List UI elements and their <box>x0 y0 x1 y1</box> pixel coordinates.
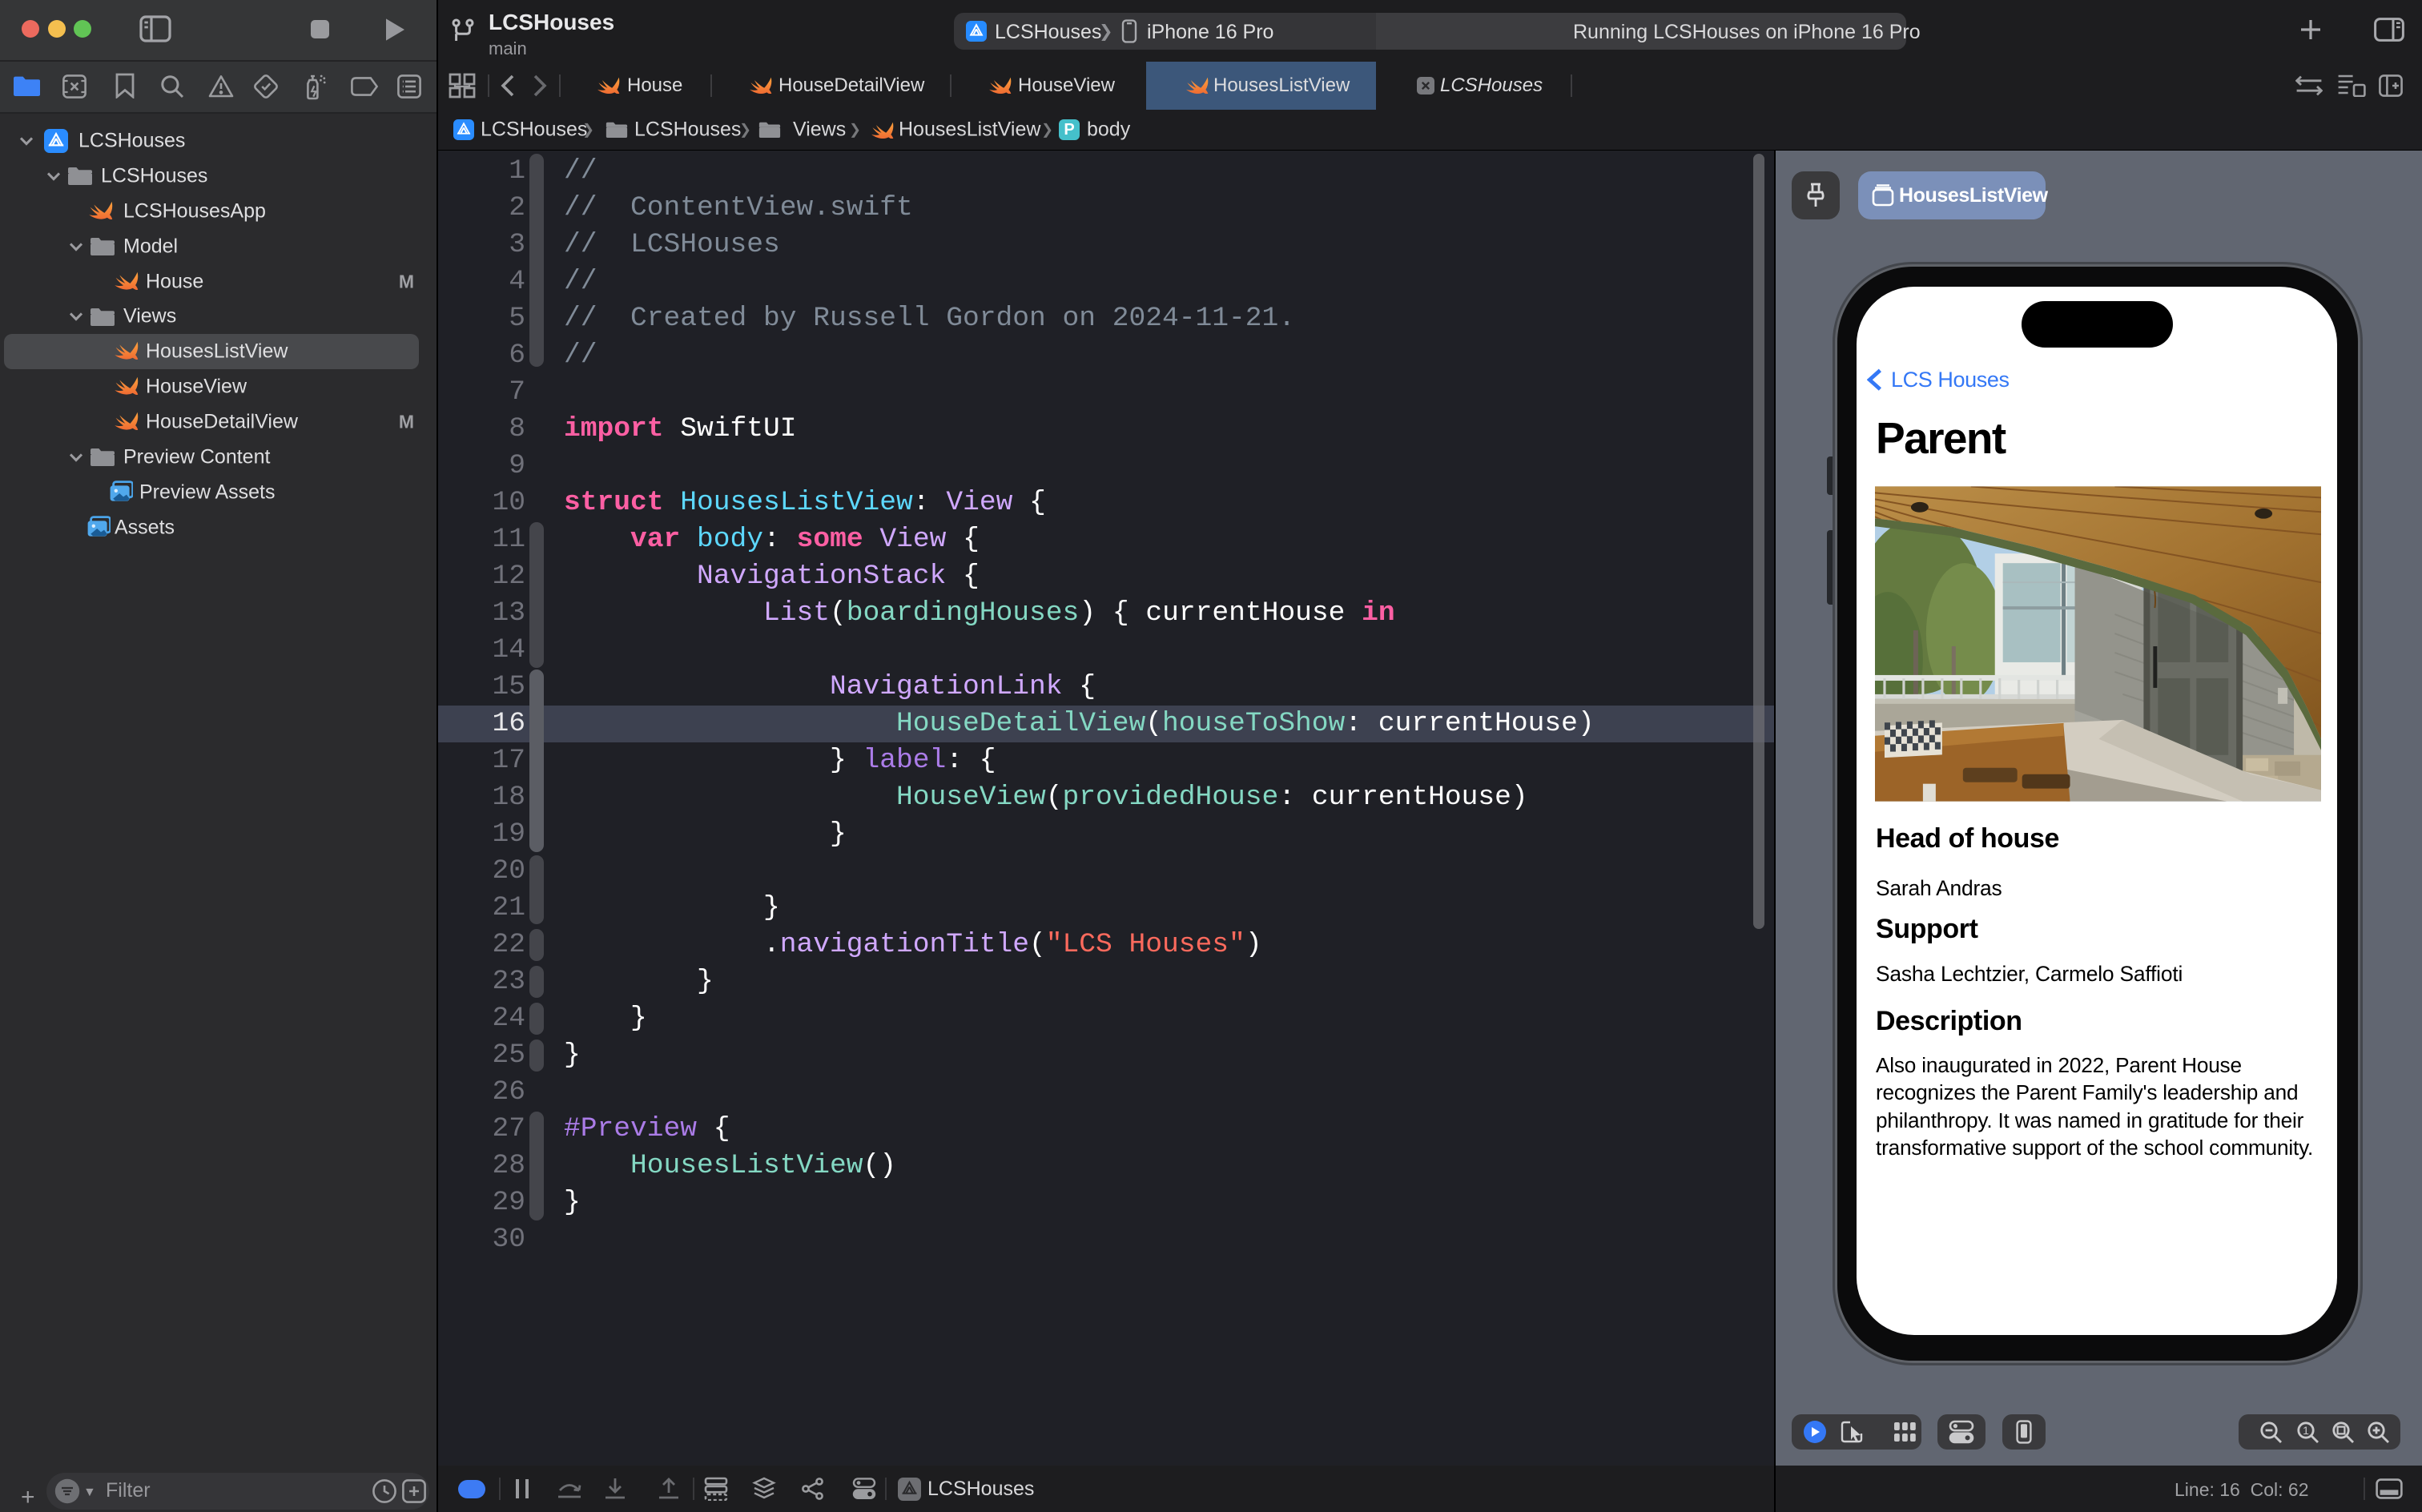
svg-text:1: 1 <box>2303 1424 2309 1437</box>
